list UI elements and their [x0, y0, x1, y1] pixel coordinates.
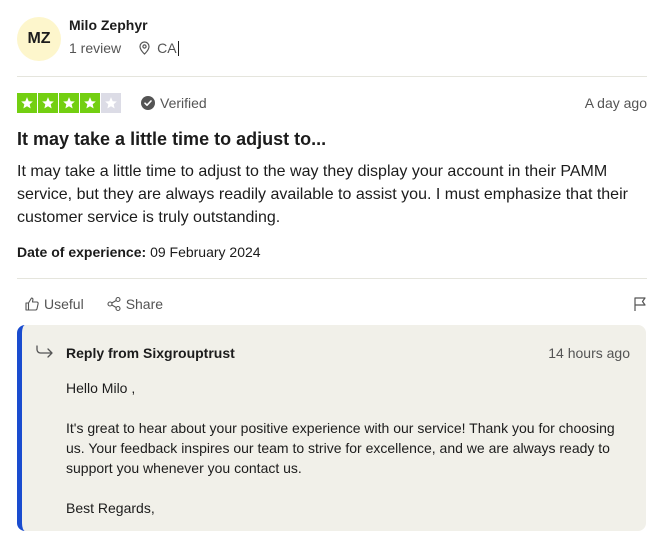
- reviewer-name[interactable]: Milo Zephyr: [69, 17, 148, 33]
- reviewer-meta: 1 review CA: [69, 40, 179, 56]
- verified-label: Verified: [160, 95, 207, 111]
- useful-label: Useful: [44, 296, 84, 312]
- share-label: Share: [125, 296, 164, 312]
- review-actions: Useful Share: [24, 296, 185, 312]
- report-button[interactable]: [633, 296, 647, 317]
- company-reply: Reply from Sixgrouptrust 14 hours ago He…: [17, 325, 646, 531]
- reply-greeting: Hello Milo ,: [66, 380, 136, 396]
- divider: [17, 278, 647, 279]
- star-filled-icon: [59, 93, 79, 113]
- text-cursor: [177, 40, 179, 56]
- star-filled-icon: [38, 93, 58, 113]
- verified-badge[interactable]: Verified: [141, 95, 207, 111]
- review-date: A day ago: [584, 95, 647, 111]
- star-rating: [17, 93, 122, 113]
- experience-label: Date of experience:: [17, 244, 147, 260]
- reply-from: Reply from Sixgrouptrust: [66, 345, 235, 361]
- reply-arrow-icon: [36, 345, 53, 358]
- avatar[interactable]: MZ: [17, 17, 61, 61]
- reply-signoff: Best Regards,: [66, 500, 155, 516]
- review-body: It may take a little time to adjust to t…: [17, 163, 628, 226]
- review-count: 1 review: [69, 40, 122, 56]
- check-circle-icon: [141, 96, 155, 110]
- reply-date: 14 hours ago: [548, 345, 630, 361]
- star-empty-icon: [101, 93, 121, 113]
- useful-button[interactable]: Useful: [24, 296, 84, 312]
- review-title[interactable]: It may take a little time to adjust to..…: [17, 129, 326, 150]
- star-filled-icon: [17, 93, 37, 113]
- share-button[interactable]: Share: [106, 296, 163, 312]
- location-pin-icon: [139, 41, 150, 55]
- reply-message: It's great to hear about your positive e…: [66, 420, 615, 476]
- reviewer-location: CA: [138, 40, 179, 56]
- divider: [17, 76, 647, 77]
- thumbs-up-icon: [25, 297, 39, 311]
- experience-date: 09 February 2024: [150, 244, 261, 260]
- share-icon: [107, 296, 121, 312]
- date-of-experience: Date of experience: 09 February 2024: [17, 244, 261, 260]
- reply-body: Hello Milo , It's great to hear about yo…: [66, 378, 626, 538]
- star-filled-icon: [80, 93, 100, 113]
- flag-icon: [634, 297, 646, 311]
- location-text: CA: [157, 40, 177, 56]
